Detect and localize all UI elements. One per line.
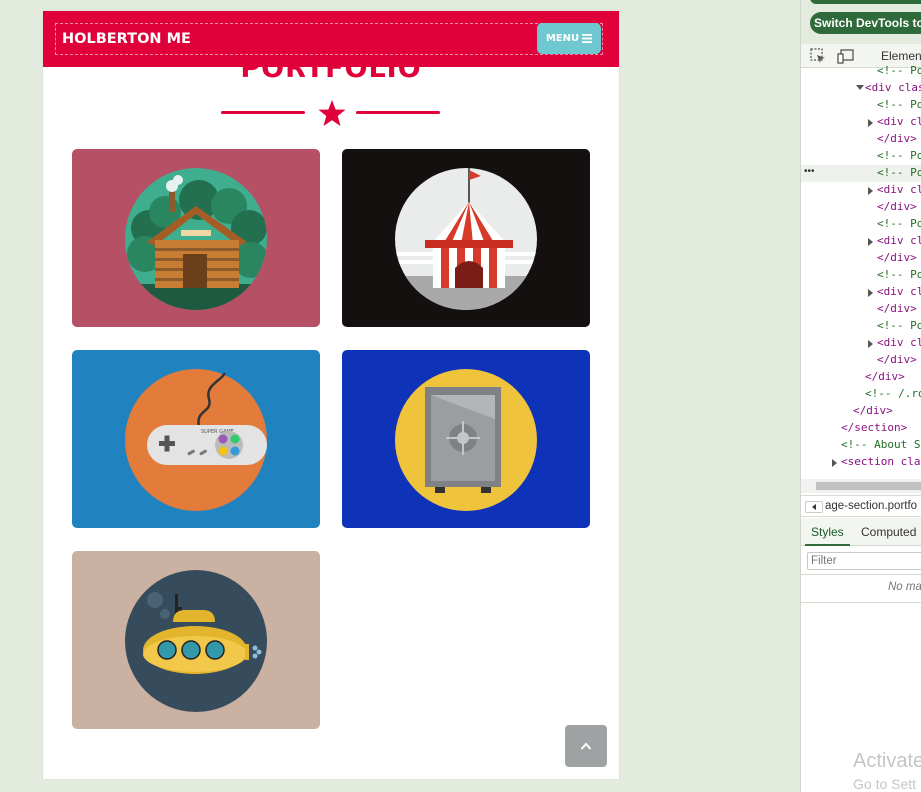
- devtools-banner: Switch DevTools to D: [801, 0, 921, 44]
- breadcrumb-item[interactable]: age-section.portfo: [825, 500, 917, 512]
- elements-tree-line-text: <!-- Po: [877, 217, 921, 230]
- elements-tree-line[interactable]: <div cl: [801, 233, 921, 250]
- elements-tree-line[interactable]: <div cl: [801, 335, 921, 352]
- elements-tree-line[interactable]: </div>: [801, 403, 921, 420]
- no-matching-styles-text: No ma: [888, 581, 921, 593]
- divider: [801, 574, 921, 575]
- elements-tree-line[interactable]: <div cl: [801, 182, 921, 199]
- star-icon: [318, 100, 346, 126]
- activate-windows-subtitle: Go to Sett: [853, 776, 917, 792]
- cabin-icon: [125, 168, 267, 310]
- elements-tree-line-text: <div cl: [877, 115, 921, 128]
- elements-tree[interactable]: <!-- Port <div clas <!-- Po <div cl </div> <!…: [801, 64, 921, 479]
- elements-tree-line-text: <!-- Po: [877, 98, 921, 111]
- elements-tree-line[interactable]: <!-- Po: [801, 216, 921, 233]
- expand-triangle-closed-icon[interactable]: [868, 238, 873, 246]
- elements-tree-line-text: <!-- Po: [877, 149, 921, 162]
- elements-tree-line-text: <div clas: [865, 81, 921, 94]
- chevron-up-icon: [580, 742, 592, 750]
- expand-triangle-open-icon[interactable]: [856, 85, 864, 90]
- brand-logo[interactable]: HOLBERTON ME: [62, 31, 191, 47]
- menu-button[interactable]: MENU: [537, 23, 601, 54]
- expand-triangle-closed-icon[interactable]: [868, 340, 873, 348]
- elements-tree-line-text: </div>: [877, 302, 917, 315]
- elements-tree-line[interactable]: <!-- Po: [801, 318, 921, 335]
- breadcrumb: age-section.portfo: [801, 495, 921, 517]
- elements-tree-line-text: </div>: [877, 200, 917, 213]
- divider-line-right: [356, 111, 440, 114]
- elements-tree-line[interactable]: </div>: [801, 199, 921, 216]
- devtools-top-pill[interactable]: [810, 0, 921, 4]
- more-options-icon[interactable]: •••: [804, 166, 815, 177]
- elements-tree-line-text: <!-- /.ro: [865, 387, 921, 400]
- elements-tree-line[interactable]: </div>: [801, 250, 921, 267]
- divider: [801, 602, 921, 603]
- elements-tree-line[interactable]: <!-- Po: [801, 97, 921, 114]
- expand-triangle-closed-icon[interactable]: [868, 289, 873, 297]
- portfolio-item-game[interactable]: SUPER GAME: [72, 350, 320, 528]
- elements-tree-line-text: <!-- Port: [877, 64, 921, 77]
- elements-tree-line-text: </div>: [877, 251, 917, 264]
- chevron-left-icon: [812, 504, 816, 510]
- elements-tree-line-text: <!-- Po: [877, 268, 921, 281]
- expand-triangle-closed-icon[interactable]: [868, 119, 873, 127]
- elements-tree-line[interactable]: <div clas: [801, 80, 921, 97]
- elements-tree-line-text: </div>: [877, 132, 917, 145]
- switch-devtools-button[interactable]: Switch DevTools to D: [810, 12, 921, 34]
- elements-horizontal-scrollbar[interactable]: [801, 479, 921, 493]
- elements-tree-line-text: <!-- Po: [877, 166, 921, 179]
- elements-tree-line[interactable]: </section>: [801, 420, 921, 437]
- elements-tree-line[interactable]: <section clas: [801, 454, 921, 471]
- activate-windows-title: Activate: [853, 750, 921, 772]
- tab-computed[interactable]: Computed: [861, 518, 916, 546]
- elements-tree-line-text: <section clas: [841, 455, 921, 468]
- expand-triangle-closed-icon[interactable]: [868, 187, 873, 195]
- elements-tree-line[interactable]: <div cl: [801, 284, 921, 301]
- portfolio-item-cabin[interactable]: [72, 149, 320, 327]
- navbar-focus-outline: HOLBERTON ME: [55, 23, 603, 55]
- styles-filter-input[interactable]: [807, 552, 921, 570]
- devtools-panel: Switch DevTools to D Elements <!-- Port<…: [800, 0, 921, 792]
- menu-label: MENU: [545, 33, 580, 44]
- divider-line-left: [221, 111, 305, 114]
- elements-tree-line-text: </div>: [853, 404, 893, 417]
- tab-elements[interactable]: Elements: [881, 49, 921, 63]
- elements-tree-line-text: <div cl: [877, 285, 921, 298]
- circus-tent-icon: [395, 168, 537, 310]
- breadcrumb-scroll-left-button[interactable]: [805, 501, 823, 513]
- elements-tree-line-text: <div cl: [877, 183, 921, 196]
- elements-tree-line[interactable]: <!-- Po: [801, 148, 921, 165]
- elements-tree-line[interactable]: <div cl: [801, 114, 921, 131]
- elements-tree-line[interactable]: </div>: [801, 369, 921, 386]
- elements-tree-line[interactable]: <!-- /.ro: [801, 386, 921, 403]
- elements-tree-line-text: </div>: [877, 353, 917, 366]
- expand-triangle-closed-icon[interactable]: [832, 459, 837, 467]
- portfolio-item-submarine[interactable]: [72, 551, 320, 729]
- hamburger-icon: [582, 34, 593, 43]
- portfolio-page: PORTFOLIO HOLBERTON ME MENU SUPER GAME: [43, 11, 619, 779]
- portfolio-item-circus[interactable]: [342, 149, 590, 327]
- elements-tree-line-text: </section>: [841, 421, 908, 434]
- scrollbar-thumb[interactable]: [816, 482, 921, 490]
- elements-tree-line[interactable]: <!-- Po: [801, 267, 921, 284]
- elements-tree-line-text: <div cl: [877, 234, 921, 247]
- elements-tree-line[interactable]: </div>: [801, 301, 921, 318]
- elements-tree-line[interactable]: <!-- Po: [801, 165, 921, 182]
- navbar: HOLBERTON ME MENU: [43, 11, 619, 67]
- elements-tree-line-text: <div cl: [877, 336, 921, 349]
- elements-tree-line[interactable]: <!-- About Se: [801, 437, 921, 454]
- elements-tree-line-text: <!-- Po: [877, 319, 921, 332]
- tab-styles[interactable]: Styles: [805, 518, 850, 546]
- elements-tree-line[interactable]: </div>: [801, 352, 921, 369]
- scroll-to-top-button[interactable]: [565, 725, 607, 767]
- elements-tree-line-text: <!-- About Se: [841, 438, 921, 451]
- styles-tabbar: Styles Computed: [801, 518, 921, 546]
- portfolio-item-safe[interactable]: [342, 350, 590, 528]
- elements-tree-line[interactable]: <!-- Port: [801, 63, 921, 80]
- safe-icon: [395, 369, 537, 511]
- submarine-icon: [125, 570, 267, 712]
- game-controller-icon: SUPER GAME: [125, 369, 267, 511]
- elements-tree-line[interactable]: </div>: [801, 131, 921, 148]
- elements-tree-line-text: </div>: [865, 370, 905, 383]
